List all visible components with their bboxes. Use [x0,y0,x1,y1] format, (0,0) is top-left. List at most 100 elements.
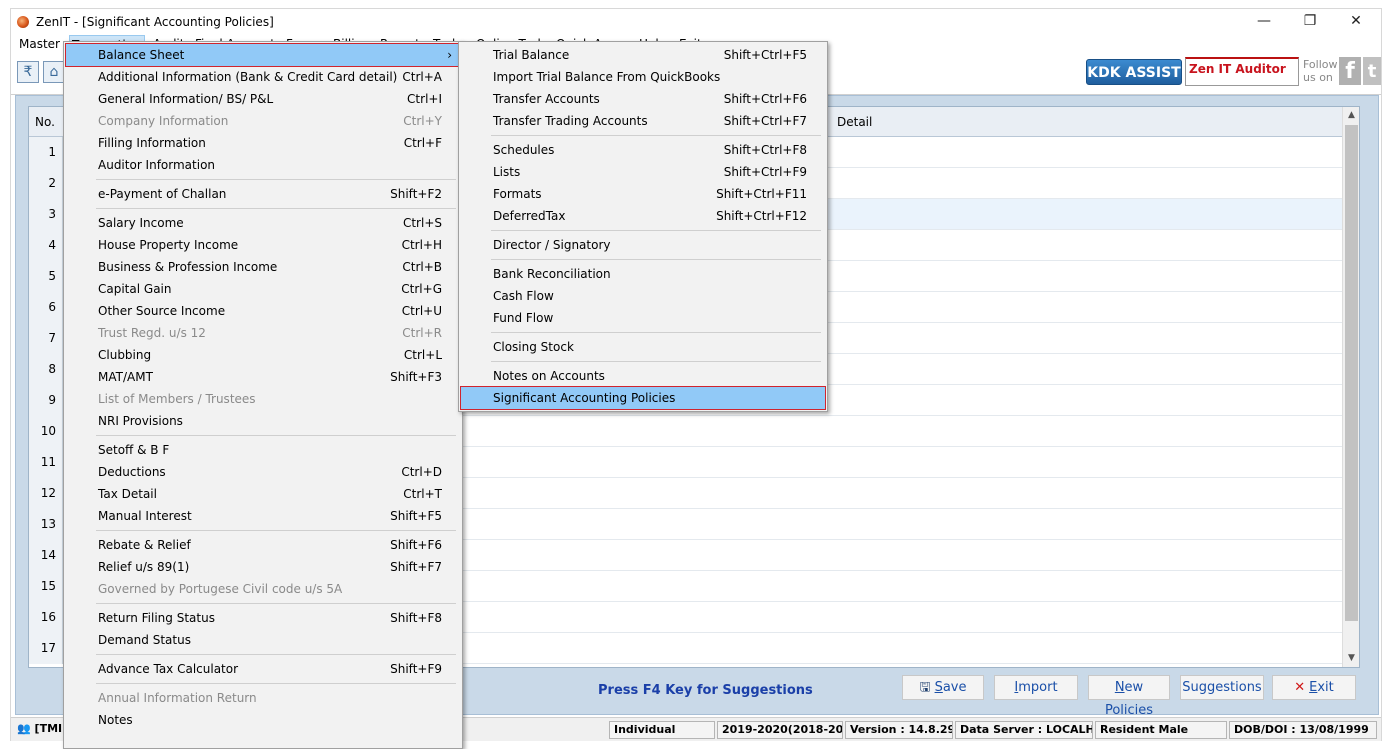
menu-item-label: e-Payment of Challan [98,187,227,201]
transaction-menu-item-e-payment-of-challan[interactable]: e-Payment of Challan Shift+F2 [66,183,460,205]
menu-item-shortcut: Shift+Ctrl+F9 [723,165,807,179]
exit-button[interactable]: ✕ Exit [1272,675,1356,700]
transaction-menu-item-clubbing[interactable]: Clubbing Ctrl+L [66,344,460,366]
menu-item-label: Trust Regd. u/s 12 [98,326,206,340]
balance-sheet-menu-item-schedules[interactable]: Schedules Shift+Ctrl+F8 [461,139,825,161]
row-number: 8 [29,354,63,385]
menu-item-shortcut: Ctrl+D [401,465,442,479]
menu-item-label: Setoff & B F [98,443,170,457]
row-number: 12 [29,478,63,509]
balance-sheet-menu-item-deferredtax[interactable]: DeferredTax Shift+Ctrl+F12 [461,205,825,227]
twitter-icon[interactable]: t [1363,57,1381,85]
transaction-menu-item-demand-status[interactable]: Demand Status [66,629,460,651]
restore-button[interactable]: ❐ [1287,9,1333,35]
row-number: 10 [29,416,63,447]
menu-item-label: Bank Reconciliation [493,267,611,281]
transaction-menu-item-additional-information-bank-and-credit-card-detail[interactable]: Additional Information (Bank & Credit Ca… [66,66,460,88]
import-button[interactable]: Import [994,675,1078,700]
vertical-scrollbar[interactable]: ▲ ▼ [1342,107,1359,667]
zen-it-auditor-button[interactable]: Zen IT Auditor [1185,57,1299,86]
menu-item-shortcut: Ctrl+F [403,136,442,150]
menu-item-shortcut: Shift+Ctrl+F5 [723,48,807,62]
scroll-down-icon[interactable]: ▼ [1343,650,1360,667]
menu-item-label: Director / Signatory [493,238,611,252]
menu-item-shortcut: Shift+F8 [390,611,442,625]
transaction-menu-item-filling-information[interactable]: Filling Information Ctrl+F [66,132,460,154]
menu-separator [491,332,821,333]
rupee-icon[interactable]: ₹ [17,61,39,83]
transaction-menu-item-notes[interactable]: Notes [66,709,460,731]
balance-sheet-menu-item-cash-flow[interactable]: Cash Flow [461,285,825,307]
scroll-thumb[interactable] [1345,125,1358,621]
menu-item-shortcut: Shift+F2 [390,187,442,201]
balance-sheet-menu-item-formats[interactable]: Formats Shift+Ctrl+F11 [461,183,825,205]
menu-item-shortcut: Shift+F3 [390,370,442,384]
menu-item-label: Salary Income [98,216,184,230]
exit-label: xit [1317,680,1334,695]
transaction-menu-item-manual-interest[interactable]: Manual Interest Shift+F5 [66,505,460,527]
balance-sheet-menu-item-notes-on-accounts[interactable]: Notes on Accounts [461,365,825,387]
suggestions-button[interactable]: Suggestions [1180,675,1264,700]
menu-item-shortcut: Ctrl+B [402,260,442,274]
transaction-menu-item-general-information-bs-pandl[interactable]: General Information/ BS/ P&L Ctrl+I [66,88,460,110]
transaction-menu-item-business-and-profession-income[interactable]: Business & Profession Income Ctrl+B [66,256,460,278]
row-number: 2 [29,168,63,199]
transaction-menu-item-other-source-income[interactable]: Other Source Income Ctrl+U [66,300,460,322]
menu-item-label: Advance Tax Calculator [98,662,239,676]
balance-sheet-menu-item-significant-accounting-policies[interactable]: Significant Accounting Policies [460,386,826,410]
transaction-menu-item-salary-income[interactable]: Salary Income Ctrl+S [66,212,460,234]
menu-item-label: Additional Information (Bank & Credit Ca… [98,70,398,84]
balance-sheet-menu-item-lists[interactable]: Lists Shift+Ctrl+F9 [461,161,825,183]
transaction-menu-item-mat-amt[interactable]: MAT/AMT Shift+F3 [66,366,460,388]
new-policies-button[interactable]: New Policies [1088,675,1170,718]
menu-item-shortcut: Shift+Ctrl+F7 [723,114,807,128]
import-label: mport [1018,680,1058,695]
transaction-menu-item-tax-detail[interactable]: Tax Detail Ctrl+T [66,483,460,505]
balance-sheet-menu-item-transfer-trading-accounts[interactable]: Transfer Trading Accounts Shift+Ctrl+F7 [461,110,825,132]
users-icon: 👥 [17,722,31,735]
transaction-menu-item-return-filing-status[interactable]: Return Filing Status Shift+F8 [66,607,460,629]
menu-item-shortcut: Ctrl+Y [403,114,442,128]
transaction-menu-item-auditor-information[interactable]: Auditor Information [66,154,460,176]
menu-item-label: Tax Detail [98,487,157,501]
row-number: 9 [29,385,63,416]
row-number: 11 [29,447,63,478]
balance-sheet-menu-item-director-signatory[interactable]: Director / Signatory [461,234,825,256]
row-number: 4 [29,230,63,261]
home-icon[interactable]: ⌂ [43,61,65,83]
kdk-assist-button[interactable]: KDK ASSIST [1086,59,1182,85]
row-number: 16 [29,602,63,633]
balance-sheet-menu-item-closing-stock[interactable]: Closing Stock [461,336,825,358]
menu-item-shortcut: Shift+F9 [390,662,442,676]
follow-line-2: us on [1303,71,1333,84]
menu-item-label: Manual Interest [98,509,192,523]
row-number: 6 [29,292,63,323]
transaction-menu-item-nri-provisions[interactable]: NRI Provisions [66,410,460,432]
balance-sheet-menu-item-bank-reconciliation[interactable]: Bank Reconciliation [461,263,825,285]
x-icon: ✕ [1294,680,1306,695]
transaction-menu-item-advance-tax-calculator[interactable]: Advance Tax Calculator Shift+F9 [66,658,460,680]
transaction-menu-item-relief-u-s-89-1[interactable]: Relief u/s 89(1) Shift+F7 [66,556,460,578]
menu-item-shortcut: Ctrl+A [402,70,442,84]
transaction-menu-item-house-property-income[interactable]: House Property Income Ctrl+H [66,234,460,256]
transaction-menu-item-setoff-and-b-f[interactable]: Setoff & B F [66,439,460,461]
balance-sheet-menu-item-fund-flow[interactable]: Fund Flow [461,307,825,329]
balance-sheet-menu-item-transfer-accounts[interactable]: Transfer Accounts Shift+Ctrl+F6 [461,88,825,110]
transaction-menu-item-rebate-and-relief[interactable]: Rebate & Relief Shift+F6 [66,534,460,556]
menu-item-label: Notes on Accounts [493,369,605,383]
menu-item-label: Significant Accounting Policies [493,391,676,405]
scroll-up-icon[interactable]: ▲ [1343,107,1360,124]
close-button[interactable]: ✕ [1333,9,1379,35]
facebook-icon[interactable]: f [1339,57,1361,85]
menu-master[interactable]: Master [17,37,62,51]
menu-item-label: Company Information [98,114,229,128]
follow-line-1: Follow [1303,58,1338,71]
transaction-menu-item-deductions[interactable]: Deductions Ctrl+D [66,461,460,483]
balance-sheet-menu-item-import-trial-balance-from-quickbooks[interactable]: Import Trial Balance From QuickBooks [461,66,825,88]
menu-item-label: Governed by Portugese Civil code u/s 5A [98,582,343,596]
balance-sheet-menu-item-trial-balance[interactable]: Trial Balance Shift+Ctrl+F5 [461,44,825,66]
minimize-button[interactable]: — [1241,9,1287,35]
transaction-menu-item-capital-gain[interactable]: Capital Gain Ctrl+G [66,278,460,300]
save-button[interactable]: 🖫 Save [902,675,984,700]
transaction-menu-item-balance-sheet[interactable]: Balance Sheet › [65,43,461,67]
